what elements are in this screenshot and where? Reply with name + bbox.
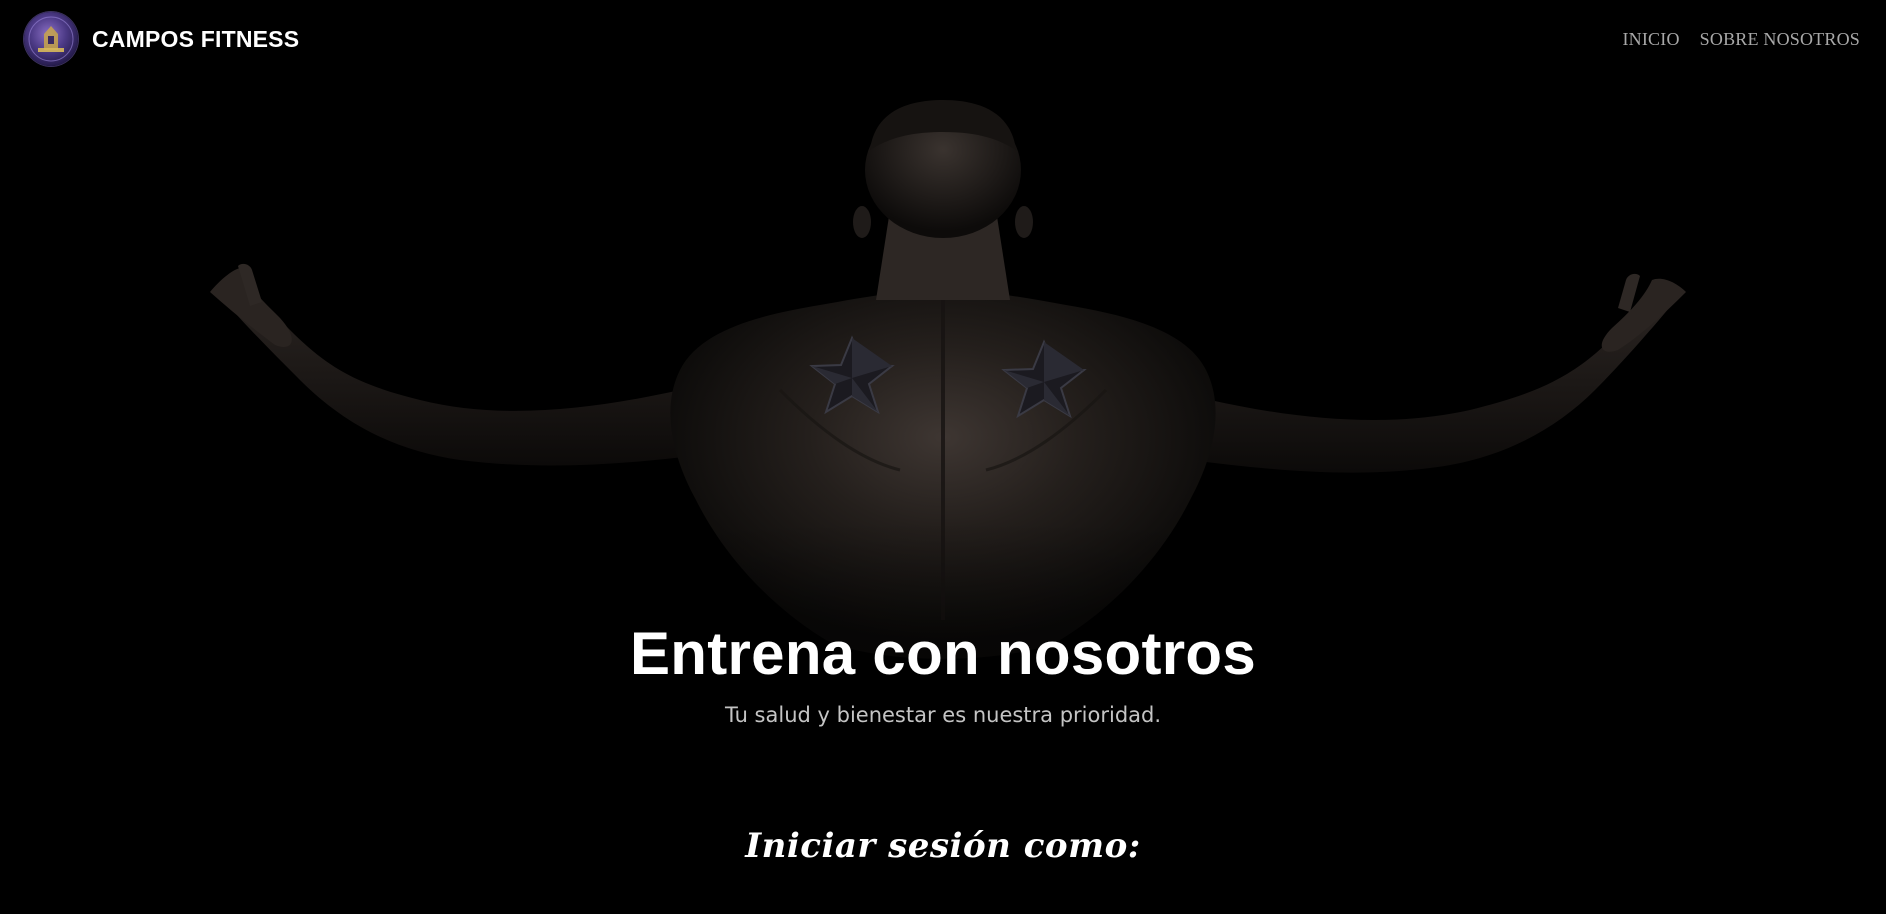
top-navbar: CAMPOS FITNESS INICIO SOBRE NOSOTROS bbox=[0, 0, 1886, 78]
hero-subtitle: Tu salud y bienestar es nuestra priorida… bbox=[724, 703, 1162, 727]
nav-link-inicio[interactable]: INICIO bbox=[1622, 29, 1679, 50]
nav-link-sobre-nosotros[interactable]: SOBRE NOSOTROS bbox=[1700, 29, 1860, 50]
hero-title: Entrena con nosotros bbox=[629, 620, 1257, 687]
hero-background bbox=[0, 0, 1886, 914]
nav-links: INICIO SOBRE NOSOTROS bbox=[1622, 29, 1860, 50]
brand-home-link[interactable]: CAMPOS FITNESS bbox=[24, 12, 299, 66]
brand-name: CAMPOS FITNESS bbox=[92, 25, 300, 52]
athlete-silhouette-image bbox=[0, 100, 1886, 914]
hero-content: Entrena con nosotros Tu salud y bienesta… bbox=[0, 612, 1886, 730]
login-heading: Iniciar sesión como: bbox=[745, 826, 1141, 866]
gym-logo-icon bbox=[24, 12, 78, 66]
